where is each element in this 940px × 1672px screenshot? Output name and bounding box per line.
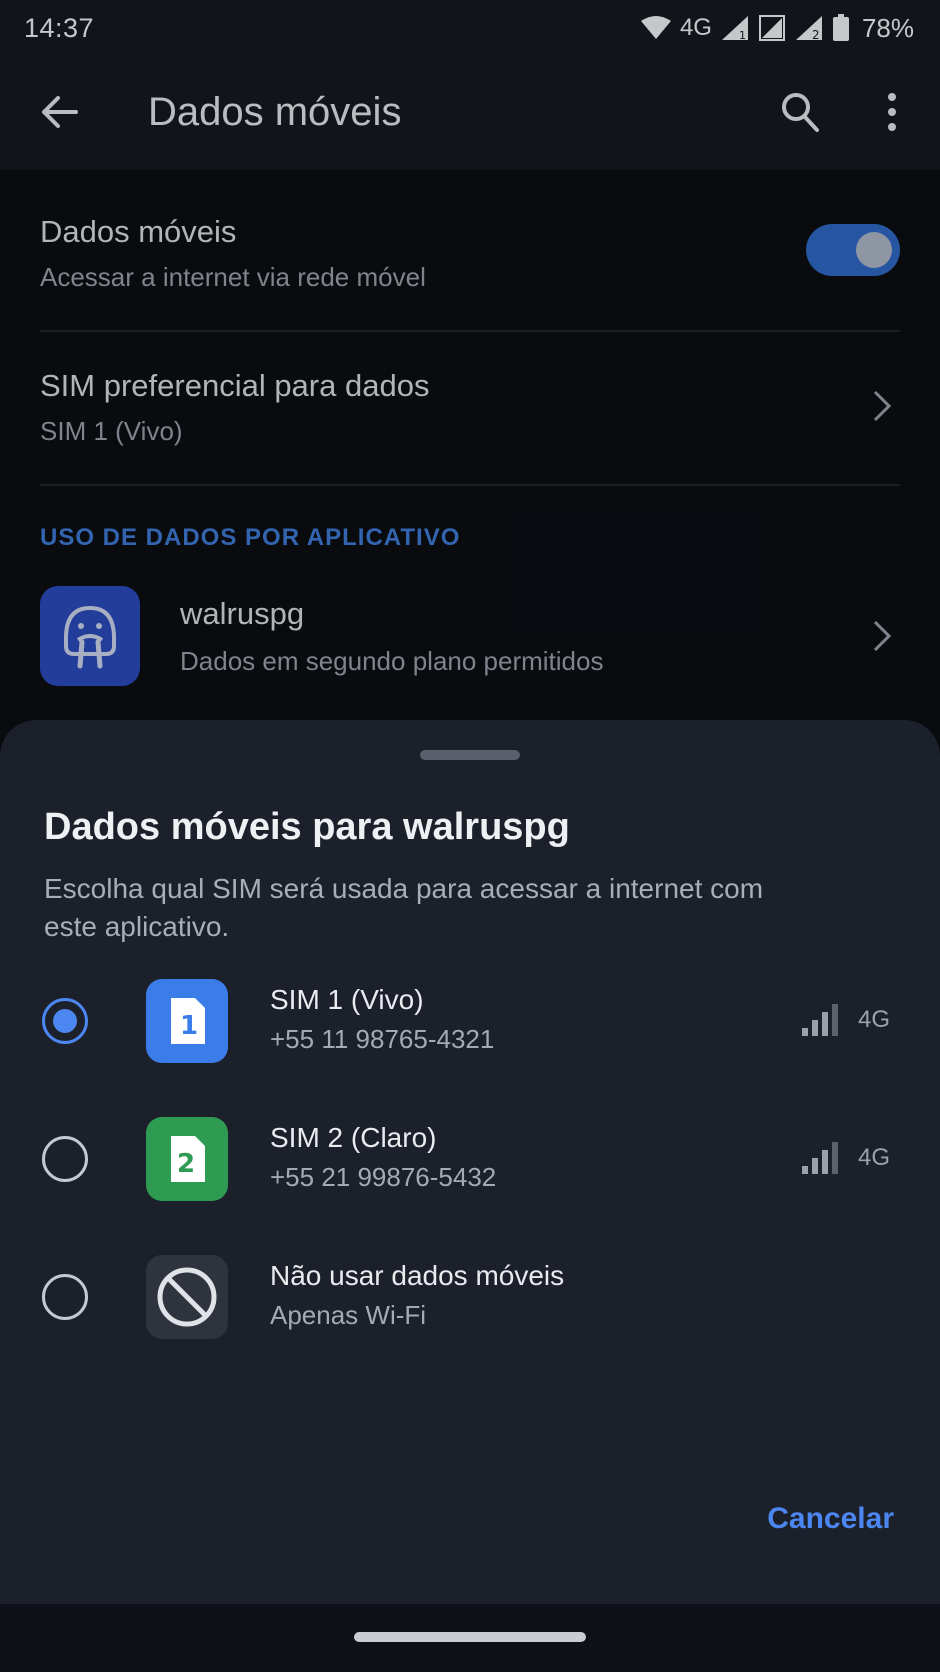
option-no-mobile-data[interactable]: Não usar dados móveis Apenas Wi-Fi (0, 1242, 940, 1352)
more-vert-icon (888, 93, 896, 131)
divider (40, 484, 900, 486)
walrus-icon (64, 605, 116, 669)
option-title: SIM 2 (Claro) (270, 1122, 437, 1153)
radio-no-mobile-data[interactable] (42, 1274, 88, 1320)
back-arrow-icon (42, 96, 78, 128)
more-options-button[interactable] (868, 86, 916, 138)
preferred-sim-value: SIM 1 (Vivo) (40, 416, 183, 446)
option-title: Não usar dados móveis (270, 1260, 565, 1291)
sim1-badge: 1 (180, 1011, 198, 1041)
preferred-sim-title: SIM preferencial para dados (40, 368, 430, 403)
signal-sim1-icon: 1 (720, 14, 750, 42)
option-phone-number: +55 11 98765-4321 (270, 1024, 495, 1054)
sim2-card-icon: 2 (146, 1117, 228, 1201)
app-walruspg-row[interactable]: walruspg Dados em segundo plano permitid… (0, 580, 940, 692)
signal-bars-icon (802, 1142, 838, 1174)
navigation-bar (0, 1604, 940, 1672)
mobile-data-row[interactable]: Dados móveis Acessar a internet via rede… (0, 170, 940, 330)
app-bar: Dados móveis (0, 56, 940, 170)
page-title: Dados móveis (148, 90, 402, 134)
toggle-knob (856, 232, 892, 268)
option-phone-number: +55 21 99876-5432 (270, 1162, 497, 1192)
status-bar: 14:37 4G 1 2 78% (0, 0, 940, 56)
sim2-badge-text: 2 (812, 28, 820, 42)
mobile-data-subtitle: Acessar a internet via rede móvel (40, 262, 426, 292)
wifi-icon (640, 15, 672, 41)
mobile-data-title: Dados móveis (40, 214, 237, 249)
sheet-title: Dados móveis para walruspg (44, 806, 570, 848)
search-icon (782, 93, 819, 132)
battery-icon (832, 14, 850, 42)
sim1-card-icon: 1 (146, 979, 228, 1063)
option-title: SIM 1 (Vivo) (270, 984, 424, 1015)
cancel-button[interactable]: Cancelar (754, 1502, 894, 1550)
app-data-status: Dados em segundo plano permitidos (180, 646, 604, 676)
home-gesture-handle[interactable] (354, 1632, 586, 1642)
block-icon (157, 1267, 217, 1327)
back-button[interactable] (36, 88, 84, 136)
app-icon (40, 586, 140, 686)
signal-sim-box-icon (758, 14, 786, 42)
app-name: walruspg (180, 596, 305, 631)
option-sim1[interactable]: 1 SIM 1 (Vivo) +55 11 98765-4321 4G (0, 966, 940, 1076)
option-sim2[interactable]: 2 SIM 2 (Claro) +55 21 99876-5432 4G (0, 1104, 940, 1214)
section-header-app-usage: USO DE DADOS POR APLICATIVO (40, 524, 461, 551)
network-type-label: 4G (679, 14, 712, 41)
chevron-right-icon (868, 616, 896, 656)
search-button[interactable] (776, 86, 824, 138)
chevron-right-icon (868, 386, 896, 426)
network-tech-label: 4G (858, 1144, 891, 1171)
option-subtitle: Apenas Wi-Fi (270, 1300, 427, 1330)
mobile-data-toggle[interactable] (806, 224, 900, 276)
radio-sim1[interactable] (42, 998, 88, 1044)
status-icons: 4G 1 2 78% (640, 13, 914, 44)
battery-percent: 78% (861, 12, 914, 43)
radio-sim2[interactable] (42, 1136, 88, 1182)
signal-sim2-icon: 2 (794, 14, 824, 42)
drag-handle[interactable] (420, 750, 520, 760)
sim-selection-sheet: Dados móveis para walruspg Escolha qual … (0, 720, 940, 1604)
preferred-sim-row[interactable]: SIM preferencial para dados SIM 1 (Vivo) (0, 332, 940, 484)
sim1-badge-text: 1 (739, 29, 746, 42)
sheet-description: Escolha qual SIM será usada para acessar… (44, 873, 764, 942)
signal-bars-icon (802, 1004, 838, 1036)
sim2-badge: 2 (177, 1149, 195, 1179)
network-tech-label: 4G (858, 1006, 891, 1033)
no-data-tile (146, 1255, 228, 1339)
status-time: 14:37 (24, 12, 95, 43)
